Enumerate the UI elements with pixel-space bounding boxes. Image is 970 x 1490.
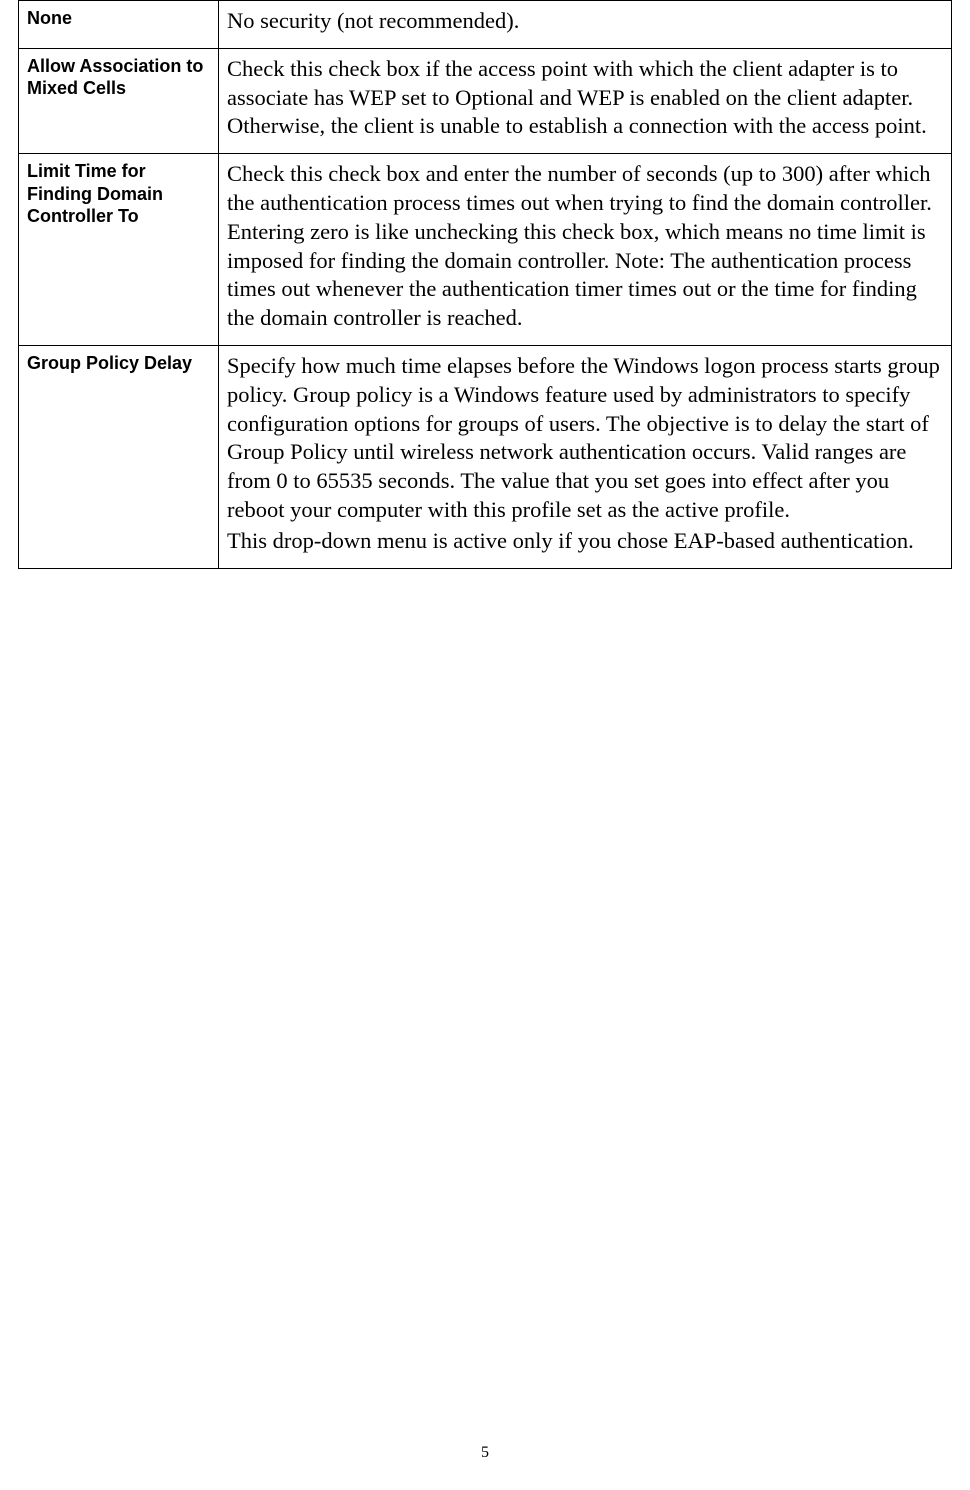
description-paragraph: Check this check box and enter the numbe… [227,160,943,333]
row-label: None [19,1,219,49]
settings-table-body: None No security (not recommended). Allo… [19,1,952,569]
row-description: Check this check box and enter the numbe… [219,154,952,346]
page-number: 5 [0,1444,970,1462]
row-label: Limit Time for Finding Domain Controller… [19,154,219,346]
description-paragraph: This drop-down menu is active only if yo… [227,527,943,556]
description-paragraph: Specify how much time elapses before the… [227,352,943,525]
row-label: Group Policy Delay [19,345,219,568]
table-row: Group Policy Delay Specify how much time… [19,345,952,568]
row-description: No security (not recommended). [219,1,952,49]
table-row: None No security (not recommended). [19,1,952,49]
row-label: Allow Association to Mixed Cells [19,48,219,153]
settings-table: None No security (not recommended). Allo… [18,0,952,569]
row-description: Check this check box if the access point… [219,48,952,153]
description-paragraph: No security (not recommended). [227,7,943,36]
table-row: Allow Association to Mixed Cells Check t… [19,48,952,153]
row-description: Specify how much time elapses before the… [219,345,952,568]
description-paragraph: Check this check box if the access point… [227,55,943,141]
table-row: Limit Time for Finding Domain Controller… [19,154,952,346]
